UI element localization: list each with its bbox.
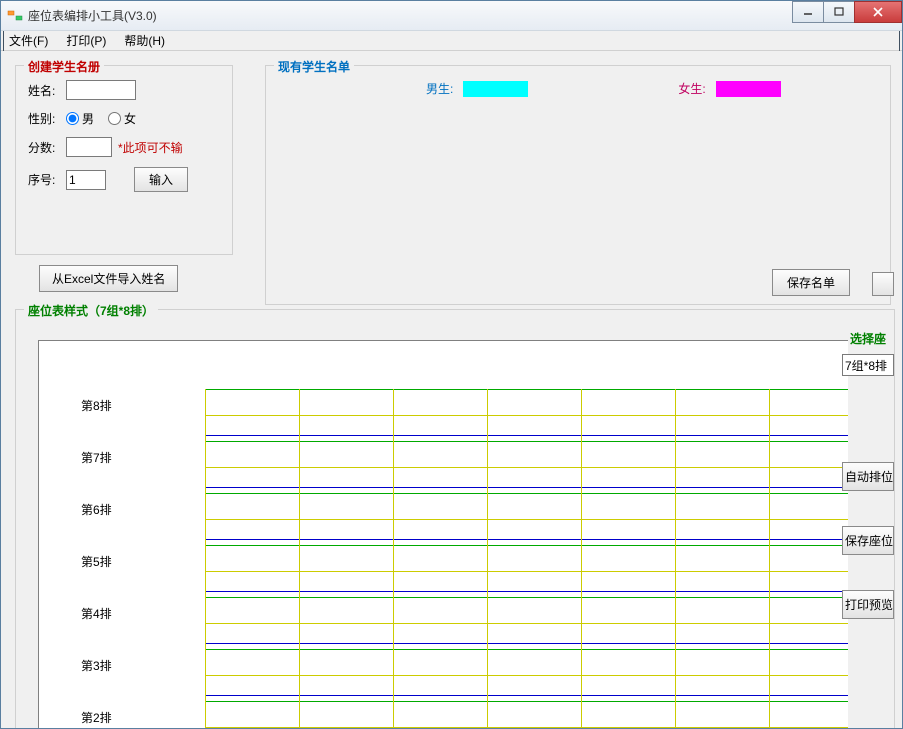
row-label-2: 第2排 [81, 709, 112, 726]
score-hint: *此项可不输 [118, 139, 183, 156]
hline [205, 701, 848, 702]
score-label: 分数: [28, 139, 66, 156]
hline [205, 415, 848, 416]
gender-male-radio[interactable]: 男 [66, 110, 94, 127]
menubar: 文件(F) 打印(P) 帮助(H) [1, 31, 902, 51]
hline [205, 545, 848, 546]
hline [205, 389, 848, 390]
save-seat-button[interactable]: 保存座位表 [842, 526, 894, 555]
input-button[interactable]: 输入 [134, 167, 188, 192]
client-area: 创建学生名册 姓名: 性别: 男 女 [1, 51, 902, 728]
vline [299, 389, 300, 728]
name-input[interactable] [66, 80, 136, 100]
existing-list-title: 现有学生名单 [274, 58, 354, 75]
male-swatch [463, 81, 528, 97]
seat-style-group: 座位表样式（7组*8排） 第8排 第7排 第6排 第5排 第4排 第3排 第2排… [15, 309, 895, 728]
legend-row: 男生: 女生: [266, 80, 890, 97]
import-excel-button[interactable]: 从Excel文件导入姓名 [39, 265, 178, 292]
vline [205, 389, 206, 728]
hline [205, 623, 848, 624]
hline [205, 519, 848, 520]
menu-print[interactable]: 打印(P) [62, 30, 110, 51]
save-list-button[interactable]: 保存名单 [772, 269, 850, 296]
seq-label: 序号: [28, 171, 66, 188]
maximize-button[interactable] [823, 1, 855, 23]
gender-female-radio[interactable]: 女 [108, 110, 136, 127]
select-seat-title: 选择座 [850, 330, 886, 347]
hline [205, 487, 848, 488]
seat-layout-value: 7组*8排 [845, 359, 887, 373]
female-legend-label: 女生: [678, 80, 705, 97]
hline [205, 467, 848, 468]
row-label-5: 第5排 [81, 553, 112, 570]
app-icon [7, 8, 23, 24]
female-radio-input[interactable] [108, 112, 121, 125]
vline [487, 389, 488, 728]
existing-list-group: 现有学生名单 男生: 女生: 保存名单 [265, 65, 891, 305]
menu-file[interactable]: 文件(F) [5, 30, 52, 51]
hline [205, 539, 848, 540]
auto-arrange-button[interactable]: 自动排位 [842, 462, 894, 491]
row-label-4: 第4排 [81, 605, 112, 622]
vline [581, 389, 582, 728]
row-label-7: 第7排 [81, 449, 112, 466]
row-seq: 序号: 输入 [28, 167, 222, 192]
hline [205, 435, 848, 436]
vline [769, 389, 770, 728]
hline [205, 727, 848, 728]
vline [675, 389, 676, 728]
minimize-button[interactable] [792, 1, 824, 23]
seat-style-title: 座位表样式（7组*8排） [24, 302, 158, 319]
print-preview-button[interactable]: 打印预览 [842, 590, 894, 619]
hline [205, 591, 848, 592]
hline [205, 571, 848, 572]
hline [205, 643, 848, 644]
window-title: 座位表编排小工具(V3.0) [28, 7, 157, 24]
row-label-8: 第8排 [81, 397, 112, 414]
seq-input[interactable] [66, 170, 106, 190]
titlebar: 座位表编排小工具(V3.0) [1, 1, 902, 31]
row-label-3: 第3排 [81, 657, 112, 674]
extra-button-cut[interactable] [872, 272, 894, 296]
male-radio-input[interactable] [66, 112, 79, 125]
create-roster-group: 创建学生名册 姓名: 性别: 男 女 [15, 65, 233, 255]
male-label: 男 [82, 110, 94, 127]
window-controls [793, 1, 902, 23]
row-gender: 性别: 男 女 [28, 110, 222, 127]
gender-label: 性别: [28, 110, 66, 127]
close-button[interactable] [854, 1, 902, 23]
name-label: 姓名: [28, 82, 66, 99]
row-label-6: 第6排 [81, 501, 112, 518]
menu-help[interactable]: 帮助(H) [120, 30, 169, 51]
female-swatch [716, 81, 781, 97]
row-name: 姓名: [28, 80, 222, 100]
seat-grid: 第8排 第7排 第6排 第5排 第4排 第3排 第2排 第1排 [38, 340, 848, 728]
app-window: 座位表编排小工具(V3.0) 文件(F) 打印(P) 帮助(H) 创建学生名册 … [0, 0, 903, 729]
hline [205, 493, 848, 494]
hline [205, 597, 848, 598]
create-roster-title: 创建学生名册 [24, 58, 104, 75]
female-label: 女 [124, 110, 136, 127]
create-roster-body: 姓名: 性别: 男 女 分数: *此 [16, 66, 232, 208]
hline [205, 441, 848, 442]
vline [393, 389, 394, 728]
hline [205, 695, 848, 696]
hline [205, 675, 848, 676]
score-input[interactable] [66, 137, 112, 157]
row-score: 分数: *此项可不输 [28, 137, 222, 157]
seat-layout-select[interactable]: 7组*8排 [842, 354, 894, 376]
hline [205, 649, 848, 650]
male-legend-label: 男生: [426, 80, 453, 97]
